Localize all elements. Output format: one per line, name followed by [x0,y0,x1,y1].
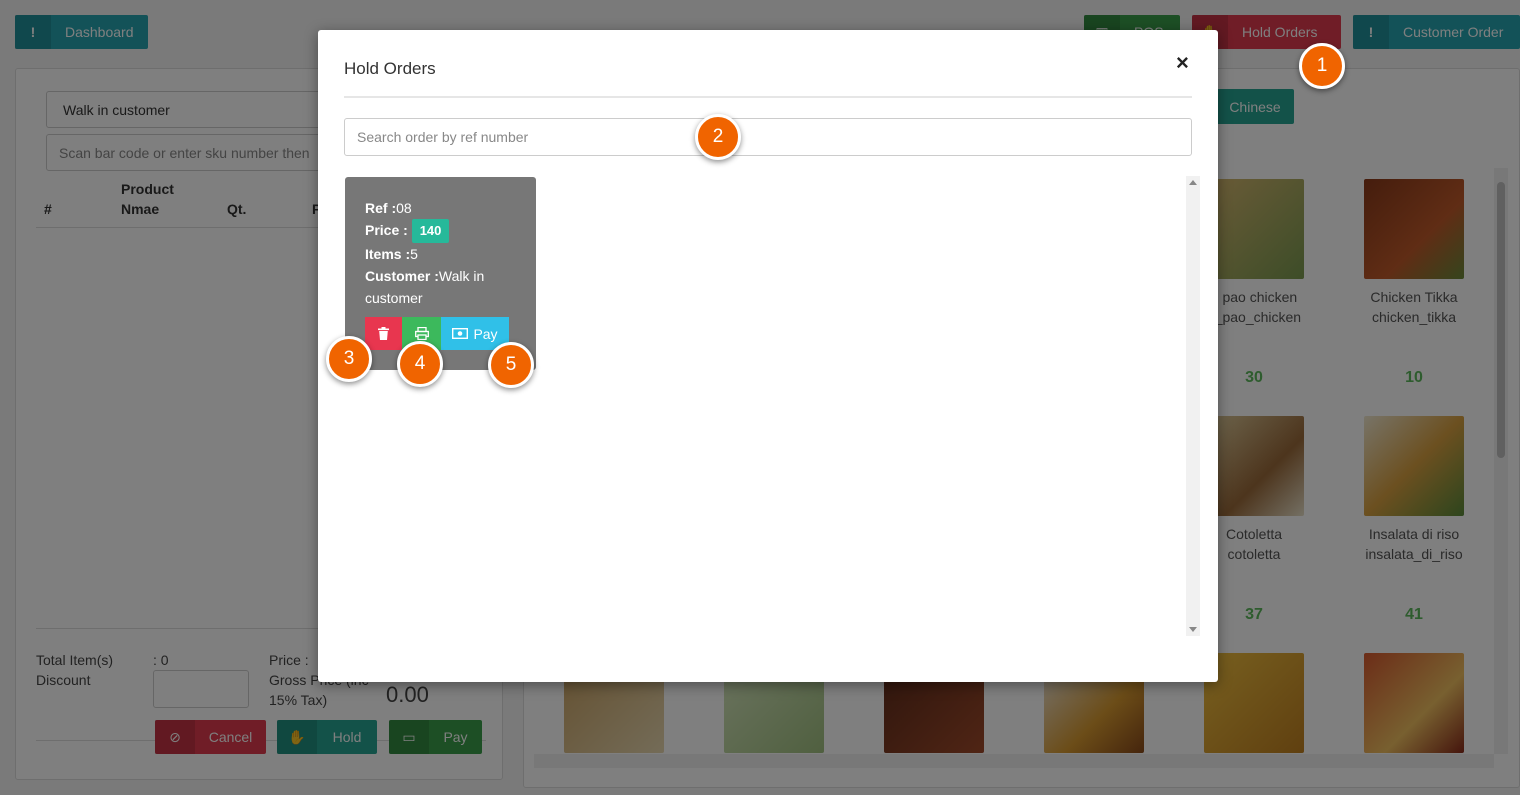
hold-orders-modal: Hold Orders × Ref :08 Price : 140 Items … [318,30,1218,682]
scroll-down-icon[interactable] [1189,627,1197,632]
order-items: Items :5 [365,243,516,265]
order-items-value: 5 [410,246,418,262]
search-input[interactable] [344,118,1192,156]
order-ref-value: 08 [396,200,412,216]
callout-badge: 5 [488,342,534,388]
order-ref: Ref :08 [365,197,516,219]
scroll-up-icon[interactable] [1189,180,1197,185]
order-customer: Customer :Walk in customer [365,265,516,309]
order-customer-label: Customer : [365,268,439,284]
hold-order-card: Ref :08 Price : 140 Items :5 Customer :W… [345,177,536,370]
order-items-label: Items : [365,246,411,262]
trash-icon [378,327,389,340]
callout-badge: 4 [397,341,443,387]
modal-divider [344,96,1192,98]
callout-badge: 1 [1299,43,1345,89]
order-price-badge: 140 [411,219,450,243]
callout-badge: 3 [326,336,372,382]
modal-title: Hold Orders [344,59,436,78]
order-ref-label: Ref : [365,200,397,216]
pay-order-label: Pay [473,325,498,342]
callout-badge: 2 [695,114,741,160]
delete-order-button[interactable] [365,317,402,350]
close-icon[interactable]: × [1176,52,1189,74]
money-icon [452,328,469,339]
order-price-label: Price : [365,222,408,238]
hold-orders-list: Ref :08 Price : 140 Items :5 Customer :W… [344,176,1200,636]
print-icon [414,327,429,340]
modal-scrollbar[interactable] [1186,176,1200,636]
order-price: Price : 140 [365,219,516,243]
